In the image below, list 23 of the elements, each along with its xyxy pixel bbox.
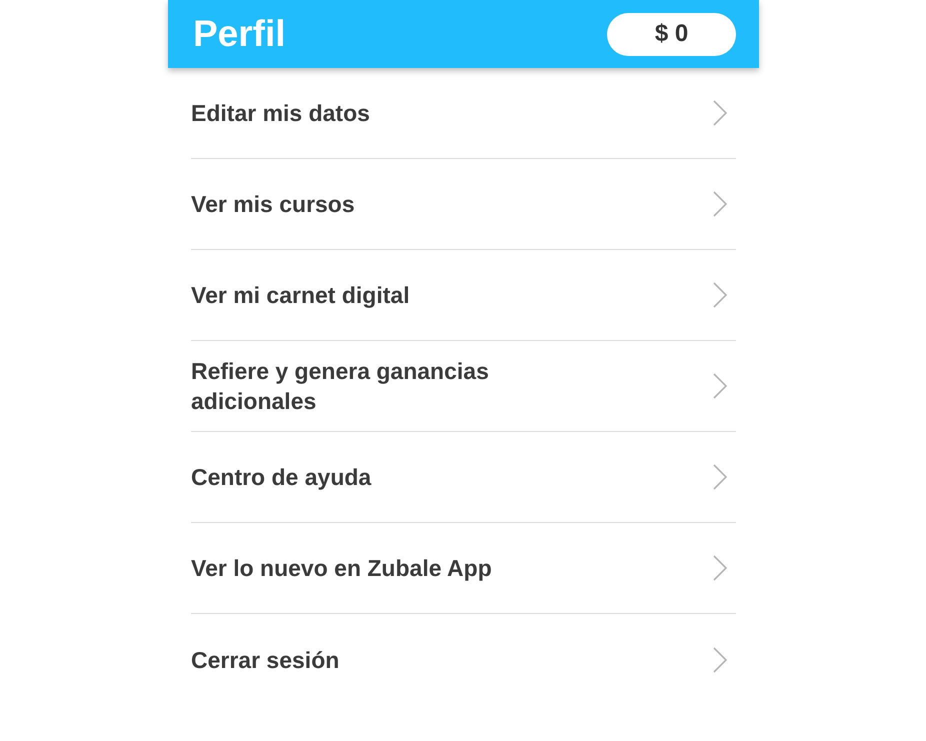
chevron-right-icon <box>712 281 728 309</box>
chevron-right-icon <box>712 646 728 674</box>
menu-item[interactable]: Ver lo nuevo en Zubale App <box>191 523 736 614</box>
chevron-right-icon <box>712 463 728 491</box>
menu-item[interactable]: Centro de ayuda <box>191 432 736 523</box>
balance-button[interactable]: $ 0 <box>607 12 736 56</box>
menu-item-label: Ver mi carnet digital <box>191 281 410 310</box>
menu-item[interactable]: Editar mis datos <box>191 68 736 159</box>
menu-item-label: Ver mis cursos <box>191 190 355 219</box>
menu-item-label: Cerrar sesión <box>191 646 340 674</box>
menu-item[interactable]: Ver mis cursos <box>191 159 736 250</box>
menu-item[interactable]: Cerrar sesión <box>191 614 736 705</box>
chevron-right-icon <box>712 554 728 582</box>
page-title: Perfil <box>193 12 286 56</box>
chevron-right-icon <box>712 190 728 218</box>
menu-item-label: Centro de ayuda <box>191 463 372 492</box>
menu-item[interactable]: Ver mi carnet digital <box>191 250 736 341</box>
menu-item-label: Editar mis datos <box>191 99 370 128</box>
chevron-right-icon <box>712 99 728 127</box>
menu-item-label: Refiere y genera ganancias adicionales <box>191 357 490 416</box>
menu-item-label: Ver lo nuevo en Zubale App <box>191 554 492 583</box>
chevron-right-icon <box>712 372 728 400</box>
menu-item[interactable]: Refiere y genera ganancias adicionales <box>191 341 736 432</box>
